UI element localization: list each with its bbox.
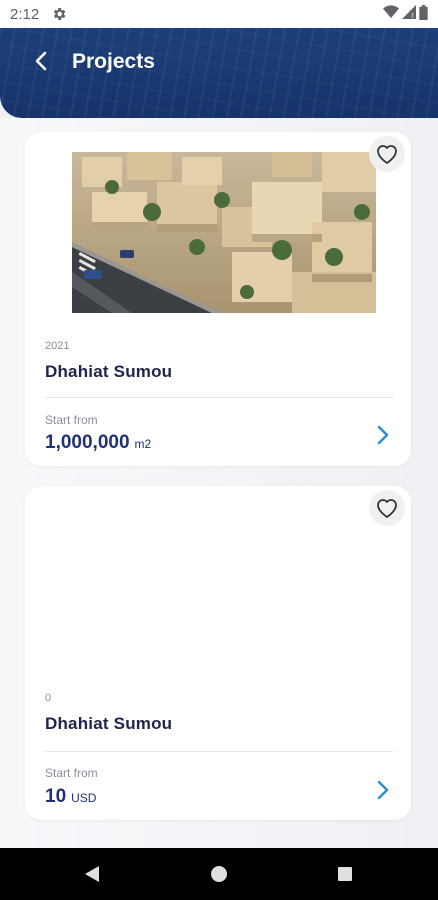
battery-icon <box>419 4 428 24</box>
header-background-texture <box>0 28 438 118</box>
nav-recents-button[interactable] <box>333 862 357 886</box>
price-row: 1,000,000 m2 <box>45 432 151 454</box>
system-nav-bar <box>0 848 438 900</box>
project-card[interactable]: 2021 Dhahiat Sumou Start from 1,000,000 … <box>25 132 411 466</box>
settings-icon <box>51 6 67 22</box>
project-card[interactable]: 0 Dhahiat Sumou Start from 10 USD <box>25 486 411 820</box>
open-project-button[interactable] <box>371 423 395 447</box>
signal-icon <box>402 5 416 23</box>
nav-back-button[interactable] <box>80 862 104 886</box>
price-row: 10 USD <box>45 786 96 808</box>
chevron-left-icon <box>35 51 47 71</box>
project-year: 2021 <box>45 340 70 352</box>
chevron-right-icon <box>377 425 389 445</box>
chevron-right-icon <box>377 780 389 800</box>
price-unit: USD <box>71 791 97 805</box>
heart-outline-icon <box>377 499 397 518</box>
start-from-label: Start from <box>45 766 98 780</box>
project-name: Dhahiat Sumou <box>45 362 173 381</box>
project-list[interactable]: 2021 Dhahiat Sumou Start from 1,000,000 … <box>0 118 438 848</box>
divider <box>45 751 393 752</box>
recents-square-icon <box>338 867 352 881</box>
status-time: 2:12 <box>10 5 40 23</box>
back-button[interactable] <box>28 48 54 74</box>
favorite-button[interactable] <box>369 136 405 172</box>
open-project-button[interactable] <box>371 778 395 802</box>
wifi-icon <box>383 5 399 23</box>
project-price: 1,000,000 <box>45 432 130 453</box>
back-triangle-icon <box>85 866 99 882</box>
project-image[interactable] <box>72 152 376 313</box>
page-title: Projects <box>72 50 155 73</box>
status-bar: 2:12 <box>0 0 438 28</box>
start-from-label: Start from <box>45 413 98 427</box>
price-unit: m2 <box>134 437 152 451</box>
divider <box>45 397 393 398</box>
nav-home-button[interactable] <box>207 862 231 886</box>
project-name: Dhahiat Sumou <box>45 714 173 733</box>
project-price: 10 <box>45 786 67 807</box>
heart-outline-icon <box>377 145 397 164</box>
app-header: Projects <box>0 28 438 118</box>
home-circle-icon <box>211 866 227 882</box>
project-year: 0 <box>45 692 52 704</box>
favorite-button[interactable] <box>369 490 405 526</box>
